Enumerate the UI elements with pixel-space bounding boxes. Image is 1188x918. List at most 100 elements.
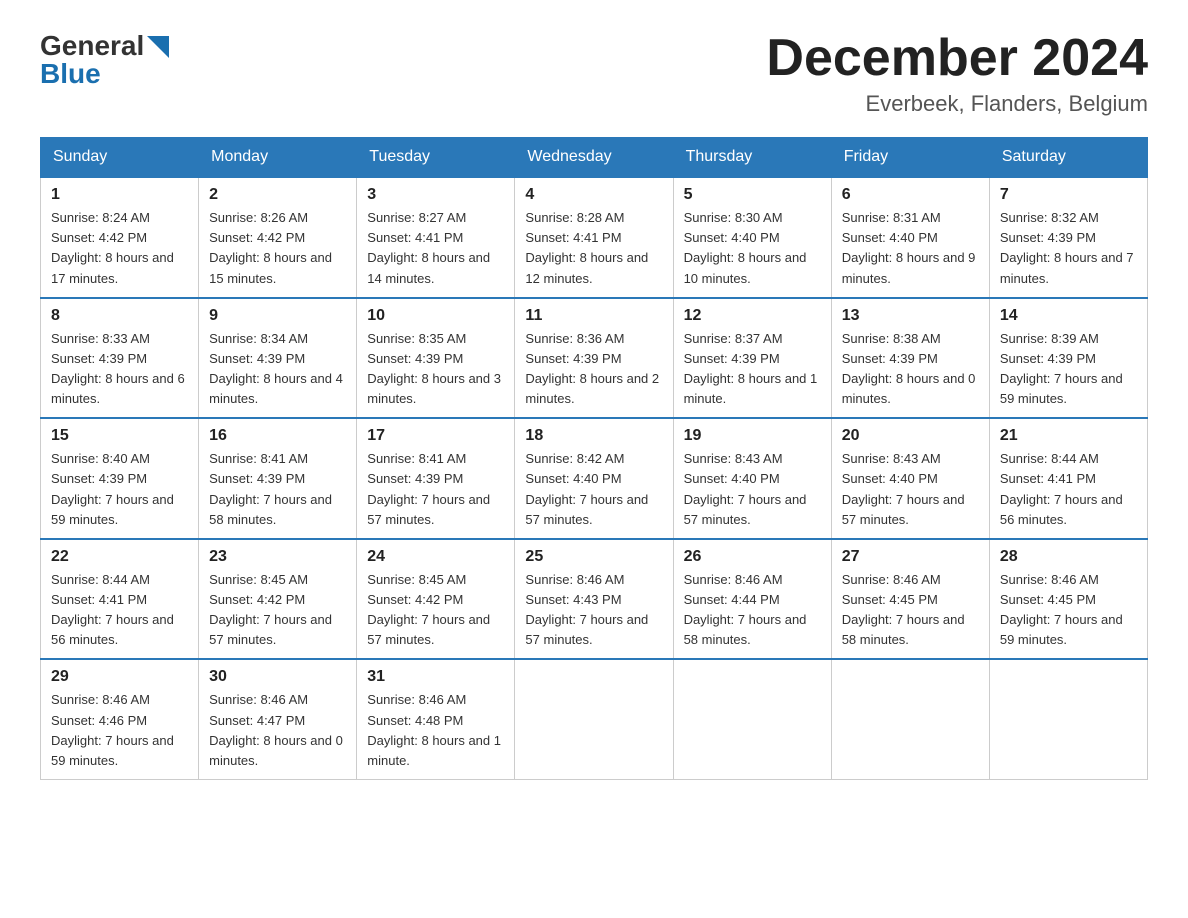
calendar-day-cell: 13 Sunrise: 8:38 AMSunset: 4:39 PMDaylig… (831, 298, 989, 419)
day-number: 11 (525, 307, 662, 325)
calendar-day-cell (515, 659, 673, 779)
day-number: 22 (51, 548, 188, 566)
calendar-table: SundayMondayTuesdayWednesdayThursdayFrid… (40, 137, 1148, 780)
calendar-day-cell: 23 Sunrise: 8:45 AMSunset: 4:42 PMDaylig… (199, 539, 357, 660)
day-number: 20 (842, 427, 979, 445)
day-number: 19 (684, 427, 821, 445)
day-info: Sunrise: 8:38 AMSunset: 4:39 PMDaylight:… (842, 331, 976, 406)
weekday-header-friday: Friday (831, 138, 989, 178)
day-info: Sunrise: 8:31 AMSunset: 4:40 PMDaylight:… (842, 210, 976, 285)
calendar-day-cell: 25 Sunrise: 8:46 AMSunset: 4:43 PMDaylig… (515, 539, 673, 660)
day-info: Sunrise: 8:46 AMSunset: 4:45 PMDaylight:… (1000, 572, 1123, 647)
calendar-day-cell: 16 Sunrise: 8:41 AMSunset: 4:39 PMDaylig… (199, 418, 357, 539)
day-info: Sunrise: 8:36 AMSunset: 4:39 PMDaylight:… (525, 331, 659, 406)
day-info: Sunrise: 8:28 AMSunset: 4:41 PMDaylight:… (525, 210, 648, 285)
day-info: Sunrise: 8:46 AMSunset: 4:46 PMDaylight:… (51, 692, 174, 767)
day-number: 23 (209, 548, 346, 566)
calendar-week-row: 22 Sunrise: 8:44 AMSunset: 4:41 PMDaylig… (41, 539, 1148, 660)
calendar-day-cell: 14 Sunrise: 8:39 AMSunset: 4:39 PMDaylig… (989, 298, 1147, 419)
day-info: Sunrise: 8:33 AMSunset: 4:39 PMDaylight:… (51, 331, 185, 406)
calendar-day-cell: 22 Sunrise: 8:44 AMSunset: 4:41 PMDaylig… (41, 539, 199, 660)
day-number: 31 (367, 668, 504, 686)
day-info: Sunrise: 8:42 AMSunset: 4:40 PMDaylight:… (525, 451, 648, 526)
day-number: 18 (525, 427, 662, 445)
calendar-day-cell: 12 Sunrise: 8:37 AMSunset: 4:39 PMDaylig… (673, 298, 831, 419)
logo-arrow-icon (147, 36, 169, 58)
calendar-day-cell: 31 Sunrise: 8:46 AMSunset: 4:48 PMDaylig… (357, 659, 515, 779)
day-number: 12 (684, 307, 821, 325)
calendar-day-cell: 15 Sunrise: 8:40 AMSunset: 4:39 PMDaylig… (41, 418, 199, 539)
month-title: December 2024 (766, 30, 1148, 87)
calendar-day-cell: 6 Sunrise: 8:31 AMSunset: 4:40 PMDayligh… (831, 177, 989, 298)
day-info: Sunrise: 8:34 AMSunset: 4:39 PMDaylight:… (209, 331, 343, 406)
day-info: Sunrise: 8:43 AMSunset: 4:40 PMDaylight:… (842, 451, 965, 526)
calendar-day-cell: 8 Sunrise: 8:33 AMSunset: 4:39 PMDayligh… (41, 298, 199, 419)
day-info: Sunrise: 8:41 AMSunset: 4:39 PMDaylight:… (209, 451, 332, 526)
day-info: Sunrise: 8:44 AMSunset: 4:41 PMDaylight:… (51, 572, 174, 647)
calendar-day-cell (673, 659, 831, 779)
day-info: Sunrise: 8:40 AMSunset: 4:39 PMDaylight:… (51, 451, 174, 526)
calendar-day-cell: 20 Sunrise: 8:43 AMSunset: 4:40 PMDaylig… (831, 418, 989, 539)
weekday-header-saturday: Saturday (989, 138, 1147, 178)
calendar-day-cell: 17 Sunrise: 8:41 AMSunset: 4:39 PMDaylig… (357, 418, 515, 539)
calendar-day-cell: 24 Sunrise: 8:45 AMSunset: 4:42 PMDaylig… (357, 539, 515, 660)
day-number: 9 (209, 307, 346, 325)
calendar-day-cell: 9 Sunrise: 8:34 AMSunset: 4:39 PMDayligh… (199, 298, 357, 419)
day-number: 21 (1000, 427, 1137, 445)
weekday-header-monday: Monday (199, 138, 357, 178)
day-number: 26 (684, 548, 821, 566)
calendar-day-cell (989, 659, 1147, 779)
day-number: 16 (209, 427, 346, 445)
day-info: Sunrise: 8:37 AMSunset: 4:39 PMDaylight:… (684, 331, 818, 406)
day-info: Sunrise: 8:30 AMSunset: 4:40 PMDaylight:… (684, 210, 807, 285)
day-info: Sunrise: 8:27 AMSunset: 4:41 PMDaylight:… (367, 210, 490, 285)
calendar-day-cell: 29 Sunrise: 8:46 AMSunset: 4:46 PMDaylig… (41, 659, 199, 779)
calendar-day-cell (831, 659, 989, 779)
calendar-day-cell: 10 Sunrise: 8:35 AMSunset: 4:39 PMDaylig… (357, 298, 515, 419)
title-area: December 2024 Everbeek, Flanders, Belgiu… (766, 30, 1148, 117)
calendar-day-cell: 18 Sunrise: 8:42 AMSunset: 4:40 PMDaylig… (515, 418, 673, 539)
day-info: Sunrise: 8:43 AMSunset: 4:40 PMDaylight:… (684, 451, 807, 526)
calendar-day-cell: 21 Sunrise: 8:44 AMSunset: 4:41 PMDaylig… (989, 418, 1147, 539)
day-info: Sunrise: 8:46 AMSunset: 4:43 PMDaylight:… (525, 572, 648, 647)
location-subtitle: Everbeek, Flanders, Belgium (766, 91, 1148, 117)
weekday-header-tuesday: Tuesday (357, 138, 515, 178)
day-number: 6 (842, 186, 979, 204)
day-number: 10 (367, 307, 504, 325)
calendar-week-row: 8 Sunrise: 8:33 AMSunset: 4:39 PMDayligh… (41, 298, 1148, 419)
day-number: 28 (1000, 548, 1137, 566)
day-number: 27 (842, 548, 979, 566)
weekday-header-row: SundayMondayTuesdayWednesdayThursdayFrid… (41, 138, 1148, 178)
day-info: Sunrise: 8:39 AMSunset: 4:39 PMDaylight:… (1000, 331, 1123, 406)
logo: General Blue (40, 30, 169, 90)
calendar-week-row: 29 Sunrise: 8:46 AMSunset: 4:46 PMDaylig… (41, 659, 1148, 779)
calendar-day-cell: 4 Sunrise: 8:28 AMSunset: 4:41 PMDayligh… (515, 177, 673, 298)
weekday-header-sunday: Sunday (41, 138, 199, 178)
calendar-day-cell: 2 Sunrise: 8:26 AMSunset: 4:42 PMDayligh… (199, 177, 357, 298)
calendar-day-cell: 11 Sunrise: 8:36 AMSunset: 4:39 PMDaylig… (515, 298, 673, 419)
day-info: Sunrise: 8:46 AMSunset: 4:44 PMDaylight:… (684, 572, 807, 647)
day-number: 17 (367, 427, 504, 445)
day-info: Sunrise: 8:46 AMSunset: 4:47 PMDaylight:… (209, 692, 343, 767)
calendar-day-cell: 1 Sunrise: 8:24 AMSunset: 4:42 PMDayligh… (41, 177, 199, 298)
day-info: Sunrise: 8:35 AMSunset: 4:39 PMDaylight:… (367, 331, 501, 406)
calendar-day-cell: 28 Sunrise: 8:46 AMSunset: 4:45 PMDaylig… (989, 539, 1147, 660)
day-number: 15 (51, 427, 188, 445)
logo-blue-text: Blue (40, 58, 101, 90)
day-info: Sunrise: 8:44 AMSunset: 4:41 PMDaylight:… (1000, 451, 1123, 526)
day-info: Sunrise: 8:24 AMSunset: 4:42 PMDaylight:… (51, 210, 174, 285)
day-number: 3 (367, 186, 504, 204)
calendar-week-row: 15 Sunrise: 8:40 AMSunset: 4:39 PMDaylig… (41, 418, 1148, 539)
calendar-day-cell: 30 Sunrise: 8:46 AMSunset: 4:47 PMDaylig… (199, 659, 357, 779)
day-info: Sunrise: 8:46 AMSunset: 4:45 PMDaylight:… (842, 572, 965, 647)
day-number: 24 (367, 548, 504, 566)
day-number: 2 (209, 186, 346, 204)
day-number: 5 (684, 186, 821, 204)
day-number: 25 (525, 548, 662, 566)
day-info: Sunrise: 8:26 AMSunset: 4:42 PMDaylight:… (209, 210, 332, 285)
day-info: Sunrise: 8:46 AMSunset: 4:48 PMDaylight:… (367, 692, 501, 767)
day-number: 7 (1000, 186, 1137, 204)
day-number: 8 (51, 307, 188, 325)
calendar-day-cell: 19 Sunrise: 8:43 AMSunset: 4:40 PMDaylig… (673, 418, 831, 539)
page-header: General Blue December 2024 Everbeek, Fla… (40, 30, 1148, 117)
